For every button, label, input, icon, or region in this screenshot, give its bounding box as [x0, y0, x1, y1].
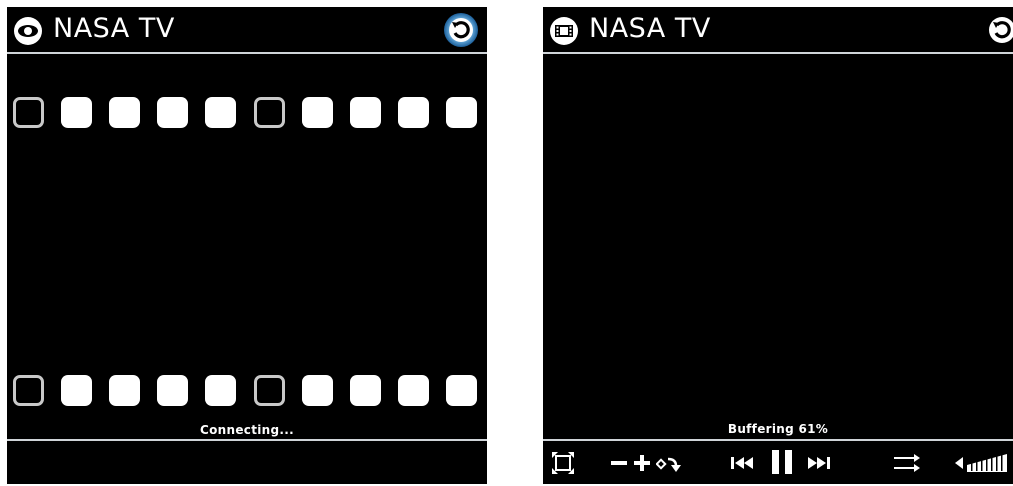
bottom-separator	[7, 439, 487, 441]
bottom-separator	[543, 439, 1013, 441]
film-hole	[61, 97, 92, 128]
app-title: NASA TV	[53, 13, 175, 44]
film-hole	[157, 97, 188, 128]
film-hole	[61, 375, 92, 406]
eye-icon	[14, 17, 42, 45]
previous-icon[interactable]	[729, 451, 755, 475]
next-icon[interactable]	[806, 451, 832, 475]
film-icon	[550, 17, 578, 45]
zoom-out-icon[interactable]	[609, 451, 629, 475]
zoom-in-icon[interactable]	[632, 451, 652, 475]
film-hole	[13, 97, 44, 128]
title-bar: NASA TV	[7, 7, 487, 54]
video-area[interactable]	[543, 54, 1013, 414]
fullscreen-icon[interactable]	[551, 451, 575, 475]
film-hole	[398, 97, 429, 128]
film-hole	[398, 375, 429, 406]
film-hole	[302, 375, 333, 406]
title-separator	[7, 52, 487, 54]
pause-icon[interactable]	[767, 447, 797, 477]
volume-icon[interactable]	[953, 451, 1009, 475]
film-hole	[157, 375, 188, 406]
player-screen: NASA TV Buffering 61%	[543, 7, 1013, 484]
connecting-screen: NASA TV Connecting...	[7, 7, 487, 484]
film-hole	[205, 97, 236, 128]
film-hole	[109, 375, 140, 406]
film-hole	[350, 97, 381, 128]
repeat-icon[interactable]	[892, 451, 922, 477]
film-hole	[254, 375, 285, 406]
connecting-status: Connecting...	[200, 423, 294, 437]
title-bar: NASA TV	[543, 7, 1013, 54]
film-hole	[446, 97, 477, 128]
buffering-status: Buffering 61%	[727, 422, 829, 436]
film-hole	[109, 97, 140, 128]
film-hole	[13, 375, 44, 406]
film-hole	[350, 375, 381, 406]
back-arrow-icon[interactable]	[443, 12, 479, 48]
film-hole	[446, 375, 477, 406]
app-title: NASA TV	[589, 13, 711, 44]
film-strip-top	[7, 97, 487, 137]
rotate-icon[interactable]	[656, 451, 686, 475]
film-hole	[302, 97, 333, 128]
film-hole	[254, 97, 285, 128]
film-strip-bottom	[7, 375, 487, 415]
back-arrow-icon[interactable]	[984, 12, 1013, 48]
film-hole	[205, 375, 236, 406]
